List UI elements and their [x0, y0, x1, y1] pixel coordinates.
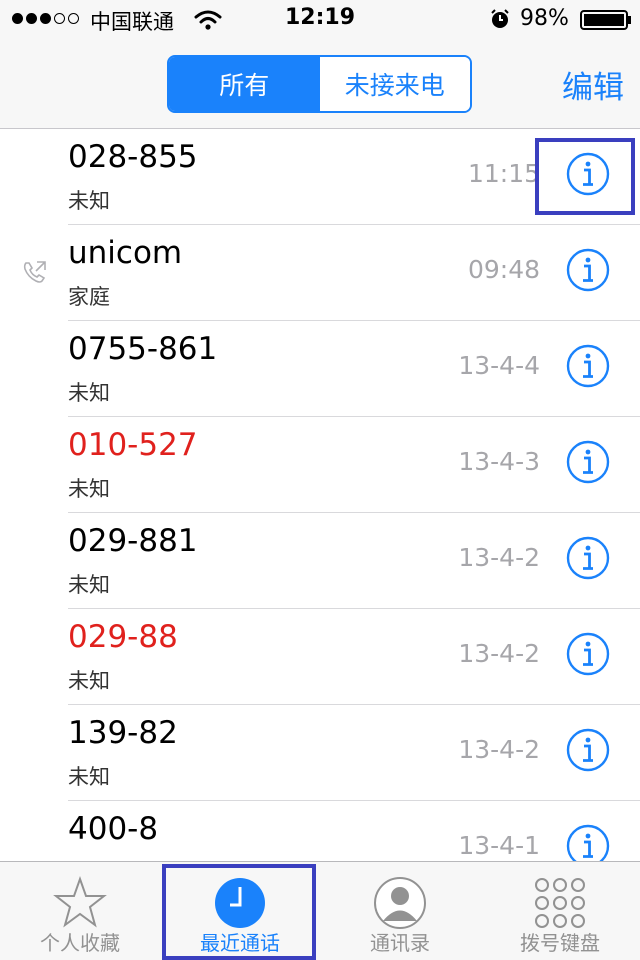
tab-contacts[interactable]: 通讯录 [320, 862, 480, 960]
info-icon[interactable] [566, 440, 610, 484]
caller-name: 0755-861 [68, 331, 218, 367]
call-time: 13-4-3 [458, 447, 540, 476]
recents-filter-control: 所有 未接来电 [167, 55, 472, 113]
call-time: 09:48 [467, 255, 540, 284]
tab-label: 拨号键盘 [520, 931, 600, 955]
call-row[interactable]: unicom 家庭 09:48 [0, 225, 640, 321]
tab-keypad[interactable]: 拨号键盘 [480, 862, 640, 960]
segment-missed[interactable]: 未接来电 [319, 57, 470, 111]
segment-all[interactable]: 所有 [169, 57, 320, 111]
caller-label: 未知 [68, 189, 110, 213]
nav-bar: 所有 未接来电 编辑 [0, 40, 640, 129]
caller-label: 未知 [68, 573, 110, 597]
call-time: 13-4-2 [458, 639, 540, 668]
call-time: 11:15 [467, 159, 540, 188]
info-icon[interactable] [566, 248, 610, 292]
caller-name: unicom [68, 235, 183, 271]
caller-label: 未知 [68, 669, 110, 693]
battery-icon [580, 10, 631, 30]
call-time: 13-4-4 [458, 351, 540, 380]
outgoing-call-icon [23, 261, 46, 283]
caller-name: 028-855 [68, 139, 198, 175]
star-icon [53, 876, 107, 928]
info-icon[interactable] [566, 728, 610, 772]
tab-label: 个人收藏 [40, 931, 120, 955]
caller-label: 未知 [68, 477, 110, 501]
info-icon[interactable] [566, 824, 610, 861]
tab-favorites[interactable]: 个人收藏 [0, 862, 160, 960]
call-time: 13-4-2 [458, 735, 540, 764]
info-icon[interactable] [566, 536, 610, 580]
call-row[interactable]: 029-881 未知 13-4-2 [0, 513, 640, 609]
tab-bar: 个人收藏 最近通话 通讯录 拨号键盘 [0, 861, 640, 960]
call-row[interactable]: 010-527 未知 13-4-3 [0, 417, 640, 513]
call-time: 13-4-2 [458, 543, 540, 572]
caller-label: 未知 [68, 381, 110, 405]
keypad-icon [535, 878, 585, 928]
status-bar: 中国联通 12:19 98% [0, 0, 640, 40]
caller-name: 010-527 [68, 427, 198, 463]
call-row[interactable]: 139-82 未知 13-4-2 [0, 705, 640, 801]
info-button-highlight [535, 138, 635, 215]
alarm-clock-icon [491, 9, 509, 28]
call-row[interactable]: 029-88 未知 13-4-2 [0, 609, 640, 705]
call-time: 13-4-1 [458, 831, 540, 860]
info-icon[interactable] [566, 632, 610, 676]
recent-calls-list: 028-855 未知 11:15 unicom 家庭 09:48 0755-861 未知 13-… [0, 129, 640, 861]
caller-name: 029-88 [68, 619, 178, 655]
edit-button[interactable]: 编辑 [562, 62, 624, 107]
battery-percentage: 98% [520, 6, 569, 31]
recents-tab-highlight [162, 864, 316, 960]
caller-name: 029-881 [68, 523, 198, 559]
info-icon[interactable] [566, 344, 610, 388]
contact-icon [374, 877, 426, 929]
call-row[interactable]: 400-8 13-4-1 [0, 801, 640, 861]
caller-label: 未知 [68, 765, 110, 789]
tab-label: 通讯录 [370, 931, 430, 955]
caller-label: 家庭 [68, 285, 110, 309]
caller-name: 400-8 [68, 811, 159, 847]
call-row[interactable]: 0755-861 未知 13-4-4 [0, 321, 640, 417]
caller-name: 139-82 [68, 715, 178, 751]
